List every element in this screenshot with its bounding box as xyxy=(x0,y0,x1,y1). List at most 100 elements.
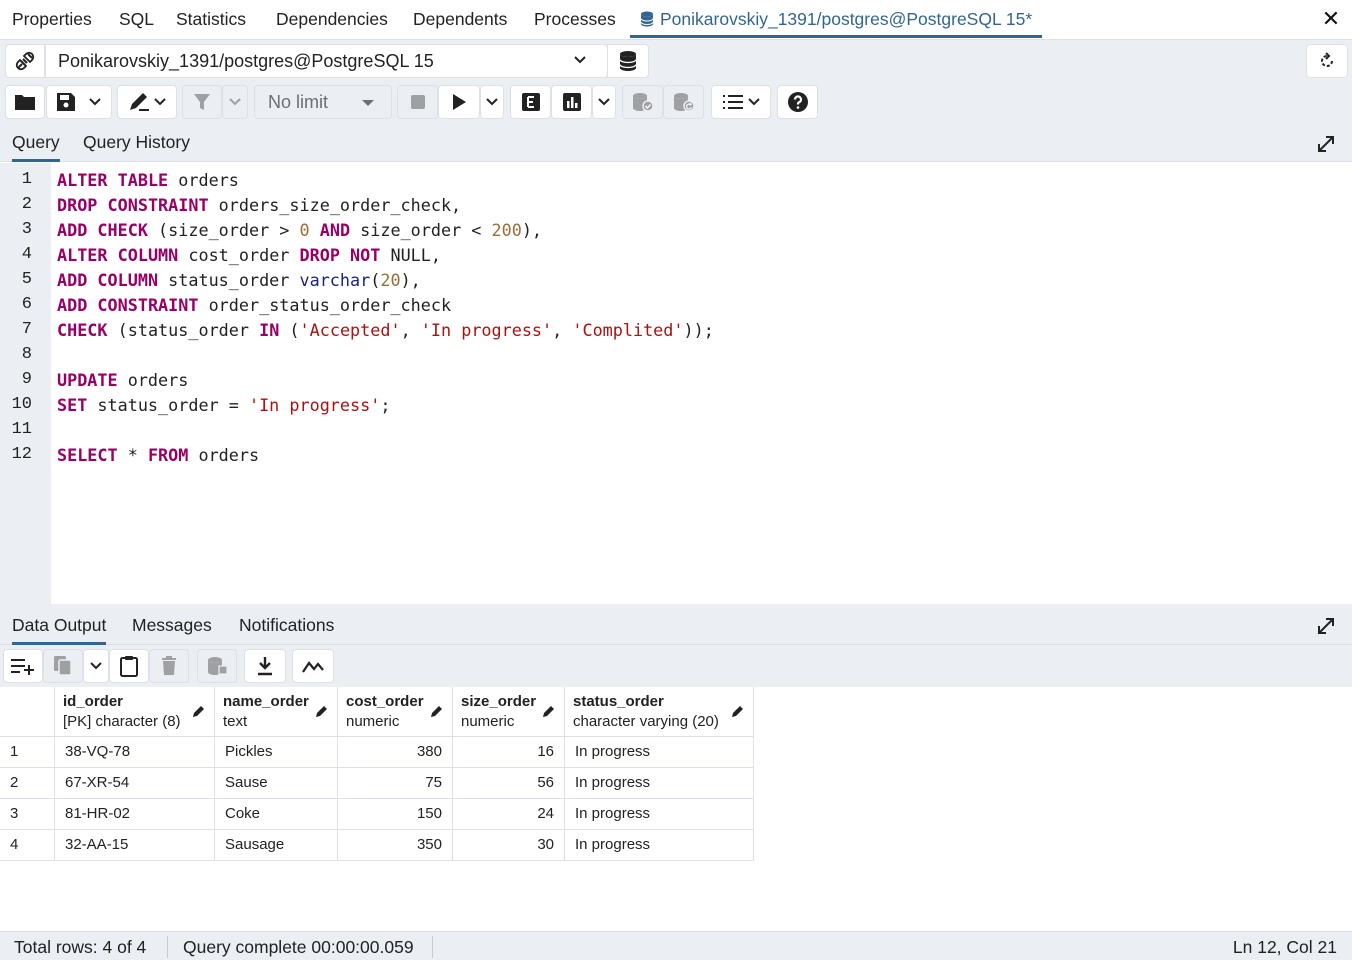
table-cell[interactable]: Sause xyxy=(215,768,338,799)
table-cell[interactable]: Pickles xyxy=(215,737,338,768)
download-button[interactable] xyxy=(244,649,286,683)
table-cell[interactable]: 350 xyxy=(338,830,453,861)
help-button[interactable] xyxy=(777,85,818,119)
copy-button[interactable] xyxy=(43,649,83,683)
table-cell[interactable]: 150 xyxy=(338,799,453,830)
edit-column-icon[interactable] xyxy=(192,704,206,718)
column-header[interactable]: size_order numeric xyxy=(453,687,565,737)
line-number: 3 xyxy=(21,220,32,239)
chevron-down-icon xyxy=(574,56,586,64)
sql-editor[interactable]: 1 2 3 4 5 6 7 8 9 10 11 12 ALTER TABLE o… xyxy=(0,163,1352,604)
table-cell[interactable]: 56 xyxy=(453,768,565,799)
row-number[interactable]: 3 xyxy=(0,799,55,830)
expand-icon[interactable] xyxy=(1316,616,1336,636)
save-data-button[interactable] xyxy=(197,649,237,683)
status-divider xyxy=(167,936,168,958)
reset-layout-button[interactable] xyxy=(1306,44,1348,78)
clipboard-icon xyxy=(120,656,138,677)
connection-select[interactable]: Ponikarovskiy_1391/postgres@PostgreSQL 1… xyxy=(45,44,608,78)
edit-column-icon[interactable] xyxy=(542,704,556,718)
table-cell[interactable]: Sausage xyxy=(215,830,338,861)
code-line: SET status_order = 'In progress'; xyxy=(57,395,391,415)
code-line: SELECT * FROM orders xyxy=(57,445,260,465)
explain-analyze-button[interactable] xyxy=(551,85,592,119)
tab-properties[interactable]: Properties xyxy=(12,0,92,38)
play-icon xyxy=(453,94,466,110)
add-row-button[interactable] xyxy=(3,649,43,683)
pencil-icon xyxy=(130,93,149,111)
code-line: UPDATE orders xyxy=(57,370,189,390)
tab-sql[interactable]: SQL xyxy=(119,0,154,38)
table-cell[interactable]: In progress xyxy=(565,768,754,799)
tab-query[interactable]: Query xyxy=(12,124,60,162)
edit-column-icon[interactable] xyxy=(731,704,745,718)
edit-menu-button[interactable] xyxy=(117,85,177,119)
expand-icon[interactable] xyxy=(1316,134,1336,154)
grid-corner[interactable] xyxy=(0,687,55,737)
connection-status-button[interactable] xyxy=(5,44,45,78)
line-number: 4 xyxy=(21,245,32,264)
edit-column-icon[interactable] xyxy=(430,704,444,718)
stop-query-button[interactable] xyxy=(397,85,438,119)
graph-visualiser-button[interactable] xyxy=(292,649,334,683)
tab-dependents[interactable]: Dependents xyxy=(413,0,507,38)
new-connection-button[interactable] xyxy=(607,44,649,78)
tab-notifications[interactable]: Notifications xyxy=(239,608,334,645)
line-number: 2 xyxy=(21,195,32,214)
save-file-button[interactable] xyxy=(46,85,112,119)
execute-options-button[interactable] xyxy=(480,85,504,119)
connection-select-value: Ponikarovskiy_1391/postgres@PostgreSQL 1… xyxy=(58,51,434,71)
column-header[interactable]: id_order [PK] character (8) xyxy=(55,687,215,737)
chevron-down-icon xyxy=(598,98,610,106)
delete-row-button[interactable] xyxy=(149,649,189,683)
row-number[interactable]: 4 xyxy=(0,830,55,861)
explain-options-button[interactable] xyxy=(592,85,616,119)
filter-button[interactable] xyxy=(182,85,222,119)
table-cell[interactable]: Coke xyxy=(215,799,338,830)
table-cell[interactable]: 24 xyxy=(453,799,565,830)
table-cell[interactable]: 32-AA-15 xyxy=(55,830,215,861)
line-number: 6 xyxy=(21,295,32,314)
table-cell[interactable]: 75 xyxy=(338,768,453,799)
query-toolbar: Ponikarovskiy_1391/postgres@PostgreSQL 1… xyxy=(0,40,1352,124)
tab-statistics[interactable]: Statistics xyxy=(176,0,246,38)
paste-button[interactable] xyxy=(109,649,149,683)
tab-messages[interactable]: Messages xyxy=(132,608,212,645)
open-file-button[interactable] xyxy=(5,85,45,119)
table-cell[interactable]: 380 xyxy=(338,737,453,768)
table-cell[interactable]: In progress xyxy=(565,737,754,768)
copy-options-button[interactable] xyxy=(83,649,109,683)
rollback-button[interactable] xyxy=(663,85,704,119)
editor-tab-bar: Query Query History xyxy=(0,124,1352,162)
filter-options-button[interactable] xyxy=(222,85,248,119)
table-cell[interactable]: 16 xyxy=(453,737,565,768)
macros-button[interactable] xyxy=(711,85,771,119)
row-number[interactable]: 1 xyxy=(0,737,55,768)
line-number: 8 xyxy=(21,345,32,364)
edit-column-icon[interactable] xyxy=(315,704,329,718)
table-cell[interactable]: 30 xyxy=(453,830,565,861)
commit-button[interactable] xyxy=(622,85,663,119)
database-undo-icon xyxy=(673,93,695,112)
table-cell[interactable]: 81-HR-02 xyxy=(55,799,215,830)
tab-dependencies[interactable]: Dependencies xyxy=(276,0,388,38)
folder-icon xyxy=(15,95,35,110)
close-icon[interactable]: ✕ xyxy=(1320,8,1342,30)
explain-button[interactable] xyxy=(510,85,551,119)
column-header[interactable]: status_order character varying (20) xyxy=(565,687,754,737)
rows-limit-select[interactable]: No limit xyxy=(254,85,392,119)
execute-query-button[interactable] xyxy=(438,85,480,119)
table-cell[interactable]: In progress xyxy=(565,830,754,861)
tab-data-output[interactable]: Data Output xyxy=(12,608,107,645)
column-header[interactable]: cost_order numeric xyxy=(338,687,453,737)
table-cell[interactable]: In progress xyxy=(565,799,754,830)
table-cell[interactable]: 38-VQ-78 xyxy=(55,737,215,768)
table-cell[interactable]: 67-XR-54 xyxy=(55,768,215,799)
caret-down-icon xyxy=(362,100,374,106)
row-number[interactable]: 2 xyxy=(0,768,55,799)
tab-processes[interactable]: Processes xyxy=(534,0,616,38)
refresh-icon xyxy=(1321,52,1333,67)
column-header[interactable]: name_order text xyxy=(215,687,338,737)
tab-query-tool[interactable]: Ponikarovskiy_1391/postgres@PostgreSQL 1… xyxy=(630,0,1043,38)
tab-query-history[interactable]: Query History xyxy=(83,124,190,162)
